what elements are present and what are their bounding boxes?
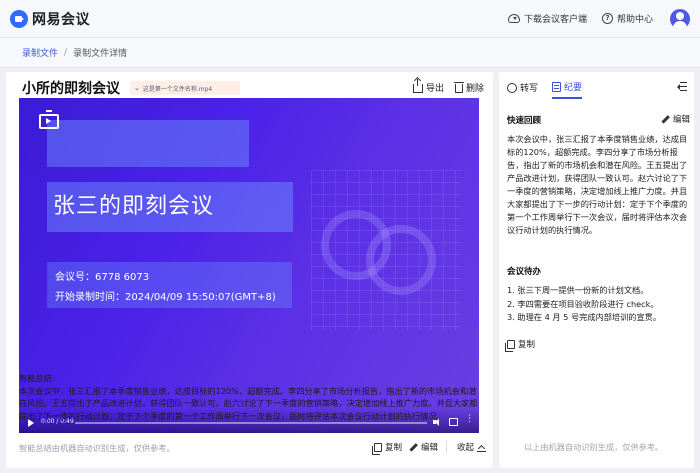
export-button[interactable]: 导出: [413, 79, 445, 94]
chevron-down-icon: ⌄: [134, 84, 140, 92]
collapse-summary-button[interactable]: 收起: [457, 441, 487, 453]
export-label: 导出: [426, 84, 445, 94]
copy-summary-button[interactable]: 复制: [372, 441, 403, 455]
copy-icon: [505, 339, 515, 352]
edit-review-button[interactable]: 编辑: [661, 113, 690, 125]
ring-decoration: [366, 225, 436, 295]
camera-logo-icon: [10, 10, 28, 28]
page-title: 小所的即刻会议: [22, 81, 120, 97]
breadcrumb-separator: /: [64, 47, 68, 58]
help-icon: ?: [602, 13, 613, 24]
collapse-icon: [477, 443, 487, 452]
quick-review-text: 本次会议中，张三汇报了本季度销售业绩，达成目标的120%，超额完成。李四分享了市…: [507, 134, 688, 235]
export-icon: [413, 79, 423, 93]
smart-summary-text: 本次会议中，张三汇报了本季度销售业绩，达成目标的120%，超额完成。李四分享了市…: [19, 385, 478, 421]
app-title: 网易会议: [32, 12, 90, 28]
tab-transcribe-label: 转写: [520, 84, 539, 94]
breadcrumb-current: 录制文件详情: [73, 49, 128, 59]
file-name-label: 这是第一个文件名称.mp4: [142, 85, 213, 93]
copy-label: 复制: [385, 443, 403, 453]
video-progress-bar[interactable]: [75, 422, 427, 424]
quick-review-title: 快速回顾: [507, 116, 542, 126]
delete-label: 删除: [466, 84, 485, 94]
help-center-label: 帮助中心: [617, 15, 654, 25]
video-meeting-title: 张三的即刻会议: [53, 194, 215, 219]
tab-transcribe[interactable]: 转写: [507, 81, 538, 98]
edit-summary-button[interactable]: 编辑: [409, 441, 438, 453]
top-bar: 网易会议 下载会议客户端 ? 帮助中心: [0, 0, 700, 38]
collapse-label: 收起: [457, 443, 475, 453]
copy-todo-label: 复制: [518, 340, 536, 350]
summary-disclaimer: 智能总结由机器自动识别生成，仅供参考。: [19, 443, 175, 453]
recording-detail-panel: 小所的即刻会议 ⌄ 这是第一个文件名称.mp4 导出 删除 张三的即刻会议 会议…: [6, 72, 493, 468]
tab-minutes[interactable]: 纪要: [552, 80, 583, 99]
todo-list: 1. 张三下周一提供一份新的计划文档。 2. 李四需要在项目验收阶段进行 che…: [507, 284, 693, 325]
cloud-download-icon: [508, 14, 520, 23]
file-name-selector[interactable]: ⌄ 这是第一个文件名称.mp4: [130, 81, 240, 95]
smart-summary: 智能总结: 本次会议中，张三汇报了本季度销售业绩，达成目标的120%，超额完成。…: [19, 372, 481, 422]
copy-todo-button[interactable]: 复制: [505, 338, 536, 352]
download-client-button[interactable]: 下载会议客户端: [508, 12, 587, 25]
copy-icon: [372, 442, 382, 455]
breadcrumb-recordings-link[interactable]: 录制文件: [22, 46, 58, 59]
transcribe-icon: [507, 82, 517, 93]
edit-icon: [409, 442, 418, 452]
user-avatar[interactable]: [670, 9, 690, 29]
minutes-disclaimer: 以上由机器自动识别生成，仅供参考。: [524, 442, 664, 452]
edit-label: 编辑: [421, 443, 439, 453]
smart-summary-label: 智能总结:: [19, 373, 55, 383]
collapse-panel-icon[interactable]: [677, 82, 687, 92]
todo-item: 3. 助理在 4 月 5 号完成内部培训的宣贯。: [507, 312, 662, 322]
app-logo[interactable]: 网易会议: [10, 9, 90, 29]
tab-minutes-label: 纪要: [564, 83, 583, 93]
video-start-time: 开始录制时间：2024/04/09 15:50:07(GMT+8): [55, 292, 276, 303]
edit-icon: [661, 114, 670, 124]
video-highlight-box: [47, 120, 249, 167]
delete-button[interactable]: 删除: [454, 81, 485, 94]
tv-icon: [39, 114, 59, 129]
breadcrumb: 录制文件 / 录制文件详情: [0, 38, 700, 68]
divider: [446, 441, 447, 453]
help-center-button[interactable]: ? 帮助中心: [602, 12, 653, 25]
video-decoration: [311, 170, 461, 330]
todo-item: 1. 张三下周一提供一份新的计划文档。: [507, 285, 649, 295]
panel-tabs: 转写 纪要: [507, 80, 583, 99]
download-client-label: 下载会议客户端: [524, 15, 588, 25]
edit-review-label: 编辑: [673, 115, 691, 125]
trash-icon: [454, 82, 464, 93]
video-meeting-id: 会议号：6778 6073: [55, 272, 150, 283]
minutes-icon: [552, 81, 562, 92]
todo-item: 2. 李四需要在项目验收阶段进行 check。: [507, 298, 659, 309]
todo-title: 会议待办: [507, 267, 542, 277]
minutes-panel: 转写 纪要 快速回顾 编辑 本次会议中，张三汇报了本季度销售业绩，达成目标的12…: [499, 72, 694, 468]
